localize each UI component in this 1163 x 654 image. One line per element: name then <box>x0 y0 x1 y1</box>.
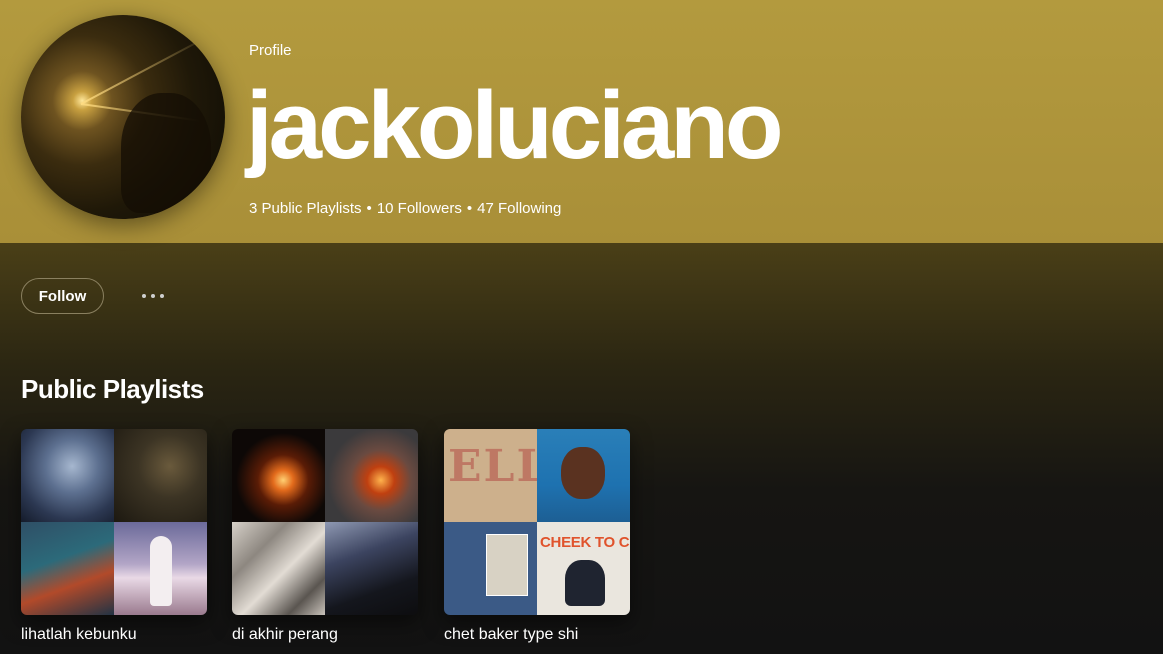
playlist-card[interactable]: lihatlah kebunku <box>21 429 207 643</box>
cover-tile <box>21 522 114 615</box>
cover-text: ELLA <box>448 441 537 492</box>
more-options-button[interactable] <box>130 280 176 312</box>
playlist-title[interactable]: chet baker type shi <box>444 626 578 644</box>
cover-tile <box>537 429 630 522</box>
playlist-card[interactable]: ELLA CHEEK TO CHEEK chet baker type shi <box>444 429 630 643</box>
cover-text: CHEEK TO CHEEK <box>540 534 630 551</box>
cover-tile <box>21 429 114 522</box>
playlist-title[interactable]: di akhir perang <box>232 626 338 644</box>
profile-username: jackoluciano <box>246 72 784 179</box>
profile-type-label: Profile <box>249 42 292 59</box>
public-playlists-count[interactable]: 3 Public Playlists <box>249 200 362 217</box>
playlist-cover: ELLA CHEEK TO CHEEK <box>444 429 630 615</box>
playlist-cover <box>21 429 207 615</box>
cover-tile <box>232 429 325 522</box>
stats-separator: • <box>366 200 372 217</box>
cover-tile <box>232 522 325 615</box>
cover-tile <box>325 522 418 615</box>
playlist-title[interactable]: lihatlah kebunku <box>21 626 137 644</box>
cover-tile <box>114 429 207 522</box>
profile-stats: 3 Public Playlists • 10 Followers • 47 Follo… <box>249 200 561 217</box>
more-horizontal-icon <box>142 294 164 298</box>
profile-avatar[interactable] <box>21 15 225 219</box>
stats-separator: • <box>466 200 473 217</box>
follow-button[interactable]: Follow <box>21 278 104 314</box>
playlist-card[interactable]: di akhir perang <box>232 429 418 643</box>
following-count[interactable]: 47 Following <box>477 200 561 217</box>
cover-tile <box>444 522 537 615</box>
playlist-cover <box>232 429 418 615</box>
cover-tile <box>114 522 207 615</box>
public-playlists-heading[interactable]: Public Playlists <box>21 374 204 405</box>
cover-tile: ELLA <box>444 429 537 522</box>
cover-tile: CHEEK TO CHEEK <box>537 522 630 615</box>
followers-count[interactable]: 10 Followers <box>377 200 462 217</box>
avatar-light-ray <box>80 32 214 105</box>
avatar-figure <box>121 93 211 213</box>
cover-tile <box>325 429 418 522</box>
